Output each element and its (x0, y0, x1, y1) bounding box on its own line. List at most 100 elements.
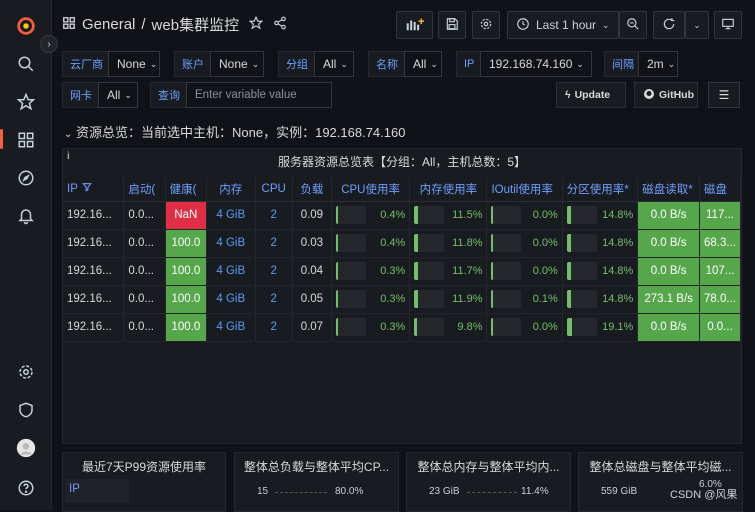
gauge-value: 11.8% (452, 237, 483, 249)
update-button[interactable]: ϟ Update (556, 82, 626, 108)
cell-mem-usage: 11.7% (409, 257, 488, 286)
sidebar-active-indicator (0, 129, 3, 149)
search-icon[interactable] (14, 52, 38, 76)
grafana-logo-icon[interactable] (14, 14, 38, 38)
column-header[interactable]: 磁盘读取* (637, 177, 700, 202)
add-panel-button[interactable] (396, 11, 433, 39)
star-icon[interactable] (14, 90, 38, 114)
github-button[interactable]: GitHub (634, 82, 698, 108)
var-select-group[interactable]: All ⌄ (314, 51, 354, 77)
gauge: 19.1% (566, 314, 633, 341)
cell-load: 0.09 (292, 201, 332, 230)
column-header[interactable]: IOutil使用率 (486, 177, 563, 202)
var-select-name[interactable]: All ⌄ (404, 51, 442, 77)
table-row[interactable]: 192.16... 0.0... NaN 4 GiB 2 0.09 0.4% 11.5% 0.0… (63, 201, 741, 230)
cell-disk-write: 117... (699, 201, 741, 230)
var-select-interval[interactable]: 2m ⌄ (638, 51, 678, 77)
save-dashboard-button[interactable] (438, 11, 466, 39)
cell-io-usage: 0.1% (486, 285, 563, 314)
cell-io-usage: 0.0% (486, 313, 563, 342)
watermark: CSDN @风果 (670, 489, 738, 501)
panel-title[interactable]: 服务器资源总览表【分组：All，主机总数：5】 (63, 153, 741, 170)
total-memory-panel: 整体总内存与整体平均内... 23 GiB 11.4% (406, 452, 571, 512)
total-memory-title[interactable]: 整体总内存与整体平均内... (407, 458, 570, 475)
p99-col-ip[interactable]: IP (65, 479, 129, 503)
cell-ip[interactable]: 192.16... (63, 257, 125, 286)
cell-ip[interactable]: 192.16... (63, 201, 125, 230)
chevron-down-icon: ⌄ (693, 19, 701, 30)
expand-sidebar-button[interactable]: › (40, 35, 58, 53)
total-disk-title[interactable]: 整体总磁盘与整体平均磁... (579, 458, 742, 475)
alerting-bell-icon[interactable] (14, 204, 38, 228)
column-header[interactable]: 分区使用率* (562, 177, 639, 202)
cell-ip[interactable]: 192.16... (63, 285, 125, 314)
table-row[interactable]: 192.16... 0.0... 100.0 4 GiB 2 0.04 0.3% 11.7% 0… (63, 257, 741, 286)
gauge-fill (491, 234, 494, 252)
p99-usage-panel: 最近7天P99资源使用率 IP (62, 452, 226, 512)
column-header[interactable]: 磁盘 (699, 177, 741, 202)
refresh-button[interactable] (653, 11, 685, 39)
column-header[interactable]: CPU (255, 177, 293, 202)
dashboard-settings-button[interactable] (472, 11, 500, 39)
table-body: 192.16... 0.0... NaN 4 GiB 2 0.09 0.4% 11.5% 0.0… (63, 201, 741, 342)
table-row[interactable]: 192.16... 0.0... 100.0 4 GiB 2 0.03 0.4% 11.8% 0… (63, 229, 741, 258)
zoom-out-button[interactable] (619, 11, 647, 39)
total-load-title[interactable]: 整体总负载与整体平均CP... (235, 458, 398, 475)
gauge: 0.0% (491, 202, 558, 229)
gauge-track (335, 262, 366, 280)
column-header[interactable]: 内存 (206, 177, 256, 202)
tv-mode-button[interactable] (714, 11, 742, 39)
filter-icon[interactable] (82, 183, 92, 195)
var-select-account[interactable]: None ⌄ (210, 51, 264, 77)
hamburger-icon: ☰ (718, 88, 730, 102)
column-header[interactable]: 负载 (292, 177, 332, 202)
column-header[interactable]: 内存使用率 (409, 177, 488, 202)
gauge: 11.7% (414, 258, 482, 285)
column-header[interactable]: IP (63, 177, 125, 202)
time-picker-button[interactable]: Last 1 hour ⌄ (507, 11, 619, 39)
var-select-cloud[interactable]: None ⌄ (108, 51, 160, 77)
cell-mem-usage: 11.9% (409, 285, 488, 314)
cell-mem-usage: 11.8% (409, 229, 488, 258)
gauge-value: 0.4% (380, 237, 406, 249)
var-select-ip[interactable]: 192.168.74.160 ⌄ (480, 51, 592, 77)
column-header[interactable]: CPU使用率 (331, 177, 411, 202)
cell-uptime: 0.0... (123, 257, 166, 286)
cell-disk-read: 273.1 B/s (637, 285, 700, 314)
gauge: 0.4% (335, 230, 406, 257)
dashboards-icon[interactable] (14, 128, 38, 152)
user-avatar[interactable] (14, 436, 38, 460)
var-select-nic[interactable]: All ⌄ (98, 82, 138, 108)
table-row[interactable]: 192.16... 0.0... 100.0 4 GiB 2 0.07 0.3% 9.8% 0.… (63, 313, 741, 342)
shield-icon[interactable] (14, 398, 38, 422)
settings-gear-icon[interactable] (14, 360, 38, 384)
gauge-value: 14.8% (602, 293, 634, 305)
gauge: 0.3% (335, 314, 405, 341)
row-title[interactable]: ⌄ 资源总览：当前选中主机：None，实例：192.168.74.160 (64, 122, 405, 141)
breadcrumb-folder[interactable]: General (82, 16, 135, 33)
gauge-fill (414, 262, 418, 280)
p99-panel-title[interactable]: 最近7天P99资源使用率 (63, 458, 225, 475)
gauge-fill (414, 290, 418, 308)
table-row[interactable]: 192.16... 0.0... 100.0 4 GiB 2 0.05 0.3% 11.9% 0… (63, 285, 741, 314)
cell-cpu-usage: 0.3% (331, 257, 411, 286)
links-menu-button[interactable]: ☰ (708, 82, 740, 108)
favorite-star-icon[interactable] (248, 15, 264, 34)
cell-partition-usage: 14.8% (562, 229, 639, 258)
cell-memory: 4 GiB (206, 313, 256, 342)
var-query-input[interactable]: Enter variable value (186, 82, 332, 108)
gauge: 0.3% (335, 258, 405, 285)
help-icon[interactable] (14, 476, 38, 500)
gauge-fill (491, 262, 494, 280)
refresh-interval-dropdown[interactable]: ⌄ (685, 11, 709, 39)
cell-ip[interactable]: 192.16... (63, 229, 125, 258)
sidebar (0, 0, 52, 510)
gauge-track (335, 290, 366, 308)
explore-compass-icon[interactable] (14, 166, 38, 190)
column-header[interactable]: 启动( (123, 177, 166, 202)
cell-ip[interactable]: 192.16... (63, 313, 125, 342)
dashboard-title[interactable]: web集群监控 (152, 14, 240, 35)
chevron-right-icon: › (47, 38, 51, 50)
share-icon[interactable] (273, 16, 287, 34)
column-header[interactable]: 健康( (165, 177, 208, 202)
